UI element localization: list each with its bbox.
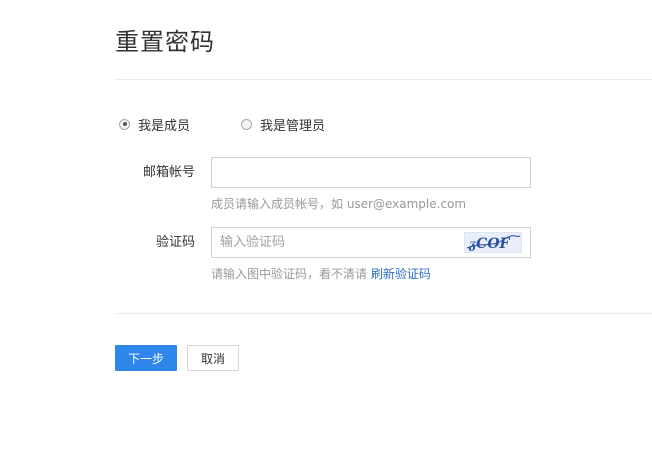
- role-option-member[interactable]: 我是成员: [119, 114, 190, 134]
- radio-admin[interactable]: [241, 118, 252, 130]
- header-divider: [115, 79, 652, 80]
- account-input[interactable]: [212, 158, 530, 187]
- captcha-hint-text: 请输入图中验证码，看不清请: [211, 267, 368, 281]
- reset-password-page: 重置密码 我是成员 我是管理员 邮箱帐号 成员请输入成员帐号，如 user@ex…: [0, 0, 652, 464]
- captcha-text: ᵹCOF: [468, 236, 511, 252]
- account-label: 邮箱帐号: [142, 165, 195, 180]
- radio-member[interactable]: [119, 118, 130, 130]
- captcha-input[interactable]: [212, 228, 452, 257]
- cancel-button[interactable]: 取消: [187, 345, 239, 371]
- account-hint: 成员请输入成员帐号，如 user@example.com: [211, 197, 467, 211]
- captcha-label: 验证码: [155, 235, 195, 250]
- refresh-captcha-link[interactable]: 刷新验证码: [371, 267, 431, 281]
- captcha-graphic: ᵹCOF: [466, 235, 521, 252]
- role-label-member: 我是成员: [138, 118, 191, 134]
- captcha-hint: 请输入图中验证码，看不清请 刷新验证码: [211, 266, 431, 282]
- captcha-image[interactable]: ᵹCOF: [464, 232, 522, 253]
- footer-divider: [115, 313, 652, 314]
- page-title: 重置密码: [115, 28, 215, 56]
- role-label-admin: 我是管理员: [260, 118, 326, 134]
- account-input-box: [211, 157, 531, 188]
- role-option-admin[interactable]: 我是管理员: [241, 114, 325, 134]
- captcha-input-box: ᵹCOF: [211, 227, 531, 258]
- next-button[interactable]: 下一步: [115, 345, 177, 371]
